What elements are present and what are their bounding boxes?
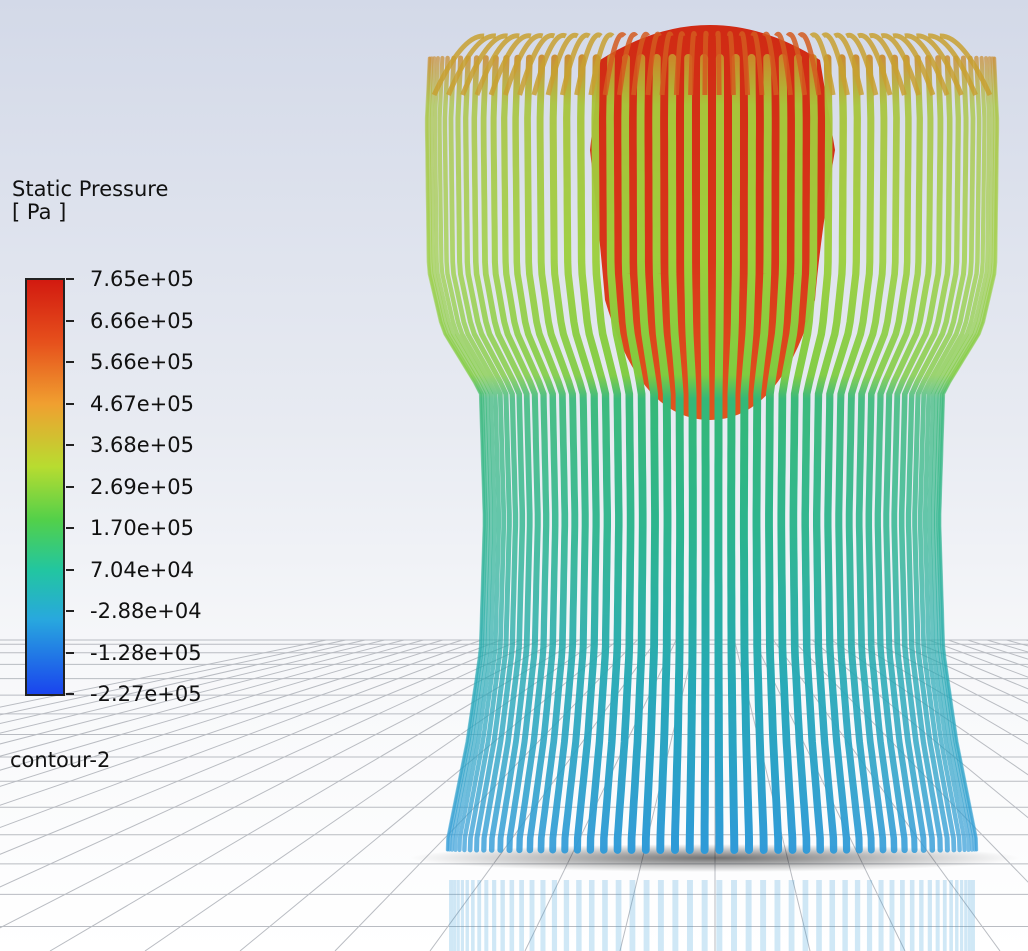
legend-tick-label: 6.66e+05 (90, 308, 194, 333)
legend-tick (66, 319, 74, 322)
legend-tick-label: -2.27e+05 (90, 682, 202, 706)
legend-tick-label: 2.69e+05 (90, 474, 194, 499)
legend-tick-label: 3.68e+05 (90, 433, 194, 457)
contour-strip (700, 54, 710, 854)
top-ring-band (702, 31, 709, 96)
legend-tick-label: 4.67e+05 (90, 391, 194, 416)
legend-tick-label: -1.28e+05 (90, 640, 202, 665)
legend-tick-label: -2.88e+04 (90, 599, 202, 623)
grid-line (0, 639, 502, 829)
legend-tick-label: 5.66e+05 (90, 350, 194, 374)
legend-tick-label: 7.04e+04 (90, 557, 194, 582)
legend-title-name: Static Pressure (12, 177, 169, 201)
legend-tick (66, 610, 74, 612)
legend-tick (66, 485, 74, 488)
grid-line (967, 639, 1028, 660)
legend-tick (66, 278, 74, 280)
grid-line (0, 639, 521, 855)
legend-title: Static Pressure [ Pa ] (12, 178, 168, 224)
model-reflection (449, 880, 975, 951)
contour-strip (714, 54, 724, 854)
legend-tick-label: 7.65e+05 (90, 267, 194, 291)
legend-tick (66, 568, 74, 571)
grid-line (0, 639, 463, 787)
contour-name-label: contour-2 (10, 748, 111, 772)
legend-tick-label: 1.70e+05 (90, 516, 194, 540)
top-ring-band (715, 31, 722, 96)
legend-tick (66, 527, 74, 529)
grid-line (0, 639, 482, 806)
color-bar (25, 278, 65, 696)
legend-tick (66, 693, 74, 695)
legend-tick (66, 651, 74, 654)
legend-title-unit: [ Pa ] (12, 200, 67, 224)
legend-tick (66, 361, 74, 363)
legend-tick (66, 444, 74, 446)
legend-tick (66, 402, 74, 405)
grid-line (1006, 639, 1028, 647)
